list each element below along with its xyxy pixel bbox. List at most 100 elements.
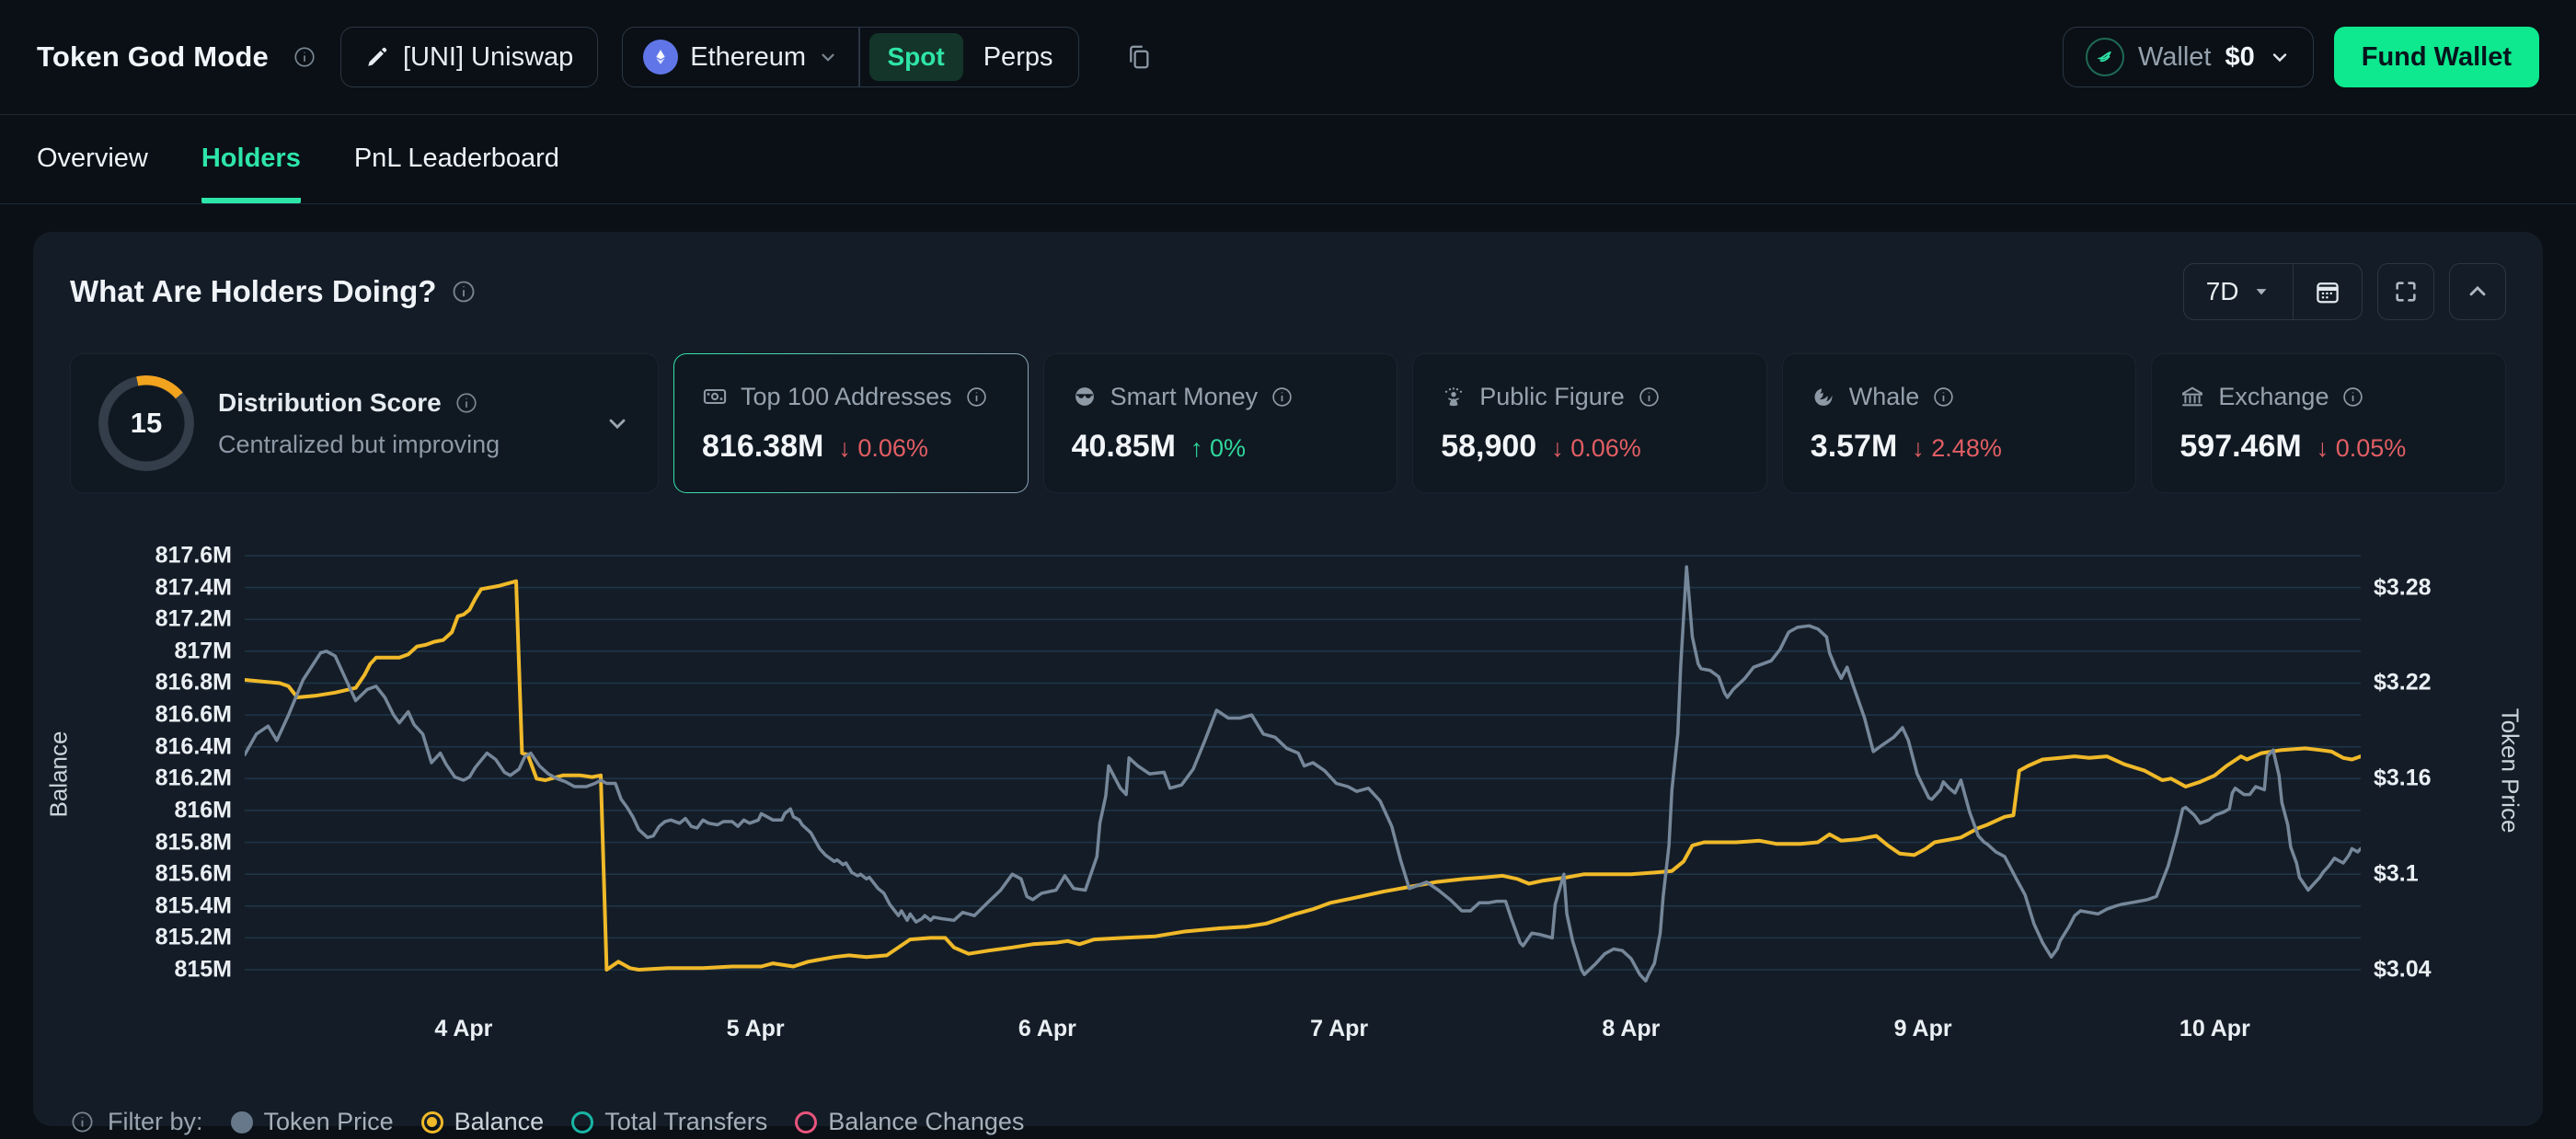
tab-overview[interactable]: Overview: [37, 115, 148, 203]
distribution-gauge: 15: [98, 375, 194, 471]
balance-tick-label: 816.4M: [155, 733, 232, 760]
network-market-group: Ethereum Spot Perps: [622, 27, 1079, 87]
tile-delta: ↓ 0.05%: [2317, 434, 2407, 463]
collapse-button[interactable]: [2449, 263, 2506, 320]
price-tick-label: $3.28: [2374, 574, 2432, 601]
wallet-dropdown[interactable]: Wallet $0: [2063, 27, 2314, 87]
balance-tick-label: 817.2M: [155, 606, 232, 633]
balance-tick-label: 817M: [174, 638, 232, 664]
balance-tick-label: 815.2M: [155, 925, 232, 951]
info-icon[interactable]: [2341, 385, 2364, 408]
balance-tick-label: 816.2M: [155, 765, 232, 792]
date-tick-label: 8 Apr: [1602, 1016, 1660, 1042]
date-tick-label: 5 Apr: [727, 1016, 785, 1042]
price-tick-label: $3.16: [2374, 765, 2432, 792]
tile-delta: ↓ 0.06%: [1551, 434, 1641, 463]
tile-label: Public Figure: [1479, 383, 1625, 411]
date-axis: 4 Apr5 Apr6 Apr7 Apr8 Apr9 Apr10 Apr: [245, 997, 2361, 1049]
app-title: Token God Mode: [37, 40, 269, 74]
tile-delta: ↓ 2.48%: [1912, 434, 2002, 463]
perps-tab[interactable]: Perps: [967, 42, 1070, 73]
chevron-down-icon: [818, 47, 838, 67]
chevron-down-icon: [2269, 46, 2291, 68]
ethereum-icon: [643, 40, 678, 75]
page-tabs: Overview Holders PnL Leaderboard: [0, 115, 2576, 204]
banknote-icon: [702, 384, 728, 409]
tile-value: 40.85M: [1072, 429, 1176, 465]
tile-value: 3.57M: [1811, 429, 1898, 465]
smart-money-tile[interactable]: Smart Money 40.85M ↑ 0%: [1043, 353, 1398, 493]
info-icon[interactable]: [293, 45, 316, 69]
calendar-icon[interactable]: [2294, 264, 2362, 319]
distribution-score-tile[interactable]: 15 Distribution Score Centralized but im…: [70, 353, 659, 493]
info-icon[interactable]: [451, 279, 477, 305]
tab-pnl-leaderboard[interactable]: PnL Leaderboard: [354, 115, 559, 203]
info-icon[interactable]: [70, 1110, 95, 1134]
filter-balance-changes[interactable]: Balance Changes: [795, 1108, 1024, 1136]
date-tick-label: 10 Apr: [2179, 1016, 2250, 1042]
info-icon[interactable]: [1932, 385, 1955, 408]
token-name: [UNI] Uniswap: [403, 42, 573, 73]
filter-label: Balance Changes: [828, 1108, 1024, 1136]
filter-total-transfers[interactable]: Total Transfers: [571, 1108, 767, 1136]
public-figure-tile[interactable]: Public Figure 58,900 ↓ 0.06%: [1412, 353, 1767, 493]
top-header: Token God Mode [UNI] Uniswap Ethereum: [0, 0, 2576, 115]
tile-value: 816.38M: [702, 429, 823, 465]
filter-label: Balance: [454, 1108, 545, 1136]
market-toggle: Spot Perps: [860, 33, 1079, 81]
balance-tick-label: 816.8M: [155, 670, 232, 696]
balance-tick-label: 815.4M: [155, 892, 232, 919]
tile-label: Whale: [1849, 383, 1920, 411]
token-price-swatch: [231, 1111, 253, 1133]
chevron-down-icon[interactable]: [604, 410, 630, 436]
copy-icon[interactable]: [1125, 43, 1153, 71]
chart-plot-area[interactable]: [245, 537, 2361, 997]
date-tick-label: 6 Apr: [1018, 1016, 1076, 1042]
filter-balance[interactable]: Balance: [421, 1108, 545, 1136]
fullscreen-button[interactable]: [2377, 263, 2434, 320]
fund-wallet-button[interactable]: Fund Wallet: [2334, 27, 2539, 87]
price-tick-label: $3.04: [2374, 957, 2432, 984]
spot-tab[interactable]: Spot: [869, 33, 963, 81]
whale-icon: [1811, 384, 1836, 409]
price-tick-label: $3.22: [2374, 670, 2432, 696]
tile-value: 597.46M: [2179, 429, 2301, 465]
balance-axis-title: Balance: [45, 683, 74, 867]
balance-tick-label: 817.4M: [155, 574, 232, 601]
network-selector[interactable]: Ethereum: [623, 40, 858, 75]
range-dropdown[interactable]: 7D: [2184, 277, 2293, 306]
wallet-value: $0: [2225, 42, 2254, 73]
balance-axis-ticks: 817.6M817.4M817.2M817M816.8M816.6M816.4M…: [70, 537, 232, 997]
panel-title: What Are Holders Doing?: [70, 274, 436, 309]
price-tick-label: $3.1: [2374, 861, 2419, 888]
info-icon[interactable]: [1638, 385, 1661, 408]
pencil-icon: [365, 45, 389, 69]
date-tick-label: 7 Apr: [1310, 1016, 1368, 1042]
balance-changes-swatch: [795, 1111, 817, 1133]
smart-money-icon: [1072, 384, 1098, 409]
token-selector[interactable]: [UNI] Uniswap: [340, 27, 598, 87]
wallet-icon: [2086, 38, 2124, 76]
wallet-label: Wallet: [2138, 42, 2212, 73]
network-name: Ethereum: [690, 42, 806, 73]
tab-holders[interactable]: Holders: [201, 115, 301, 203]
price-axis-title: Token Price: [2496, 651, 2524, 891]
tile-label: Exchange: [2218, 383, 2329, 411]
total-transfers-swatch: [571, 1111, 593, 1133]
range-value: 7D: [2206, 277, 2239, 306]
chart-filter-legend: Filter by: Token Price Balance Total Tra…: [70, 1108, 2506, 1136]
info-icon[interactable]: [965, 385, 988, 408]
whale-tile[interactable]: Whale 3.57M ↓ 2.48%: [1782, 353, 2137, 493]
info-icon[interactable]: [1271, 385, 1294, 408]
tile-delta: ↑ 0%: [1190, 434, 1246, 463]
tile-delta: ↓ 0.06%: [838, 434, 928, 463]
exchange-tile[interactable]: Exchange 597.46M ↓ 0.05%: [2151, 353, 2506, 493]
tile-label: Top 100 Addresses: [741, 383, 952, 411]
holders-chart: Balance 817.6M817.4M817.2M817M816.8M816.…: [70, 537, 2506, 1049]
public-figure-icon: [1441, 384, 1466, 409]
top-100-addresses-tile[interactable]: Top 100 Addresses 816.38M ↓ 0.06%: [673, 353, 1029, 493]
distribution-score-title: Distribution Score: [218, 388, 442, 418]
filter-token-price[interactable]: Token Price: [231, 1108, 394, 1136]
info-icon[interactable]: [454, 391, 478, 415]
bank-icon: [2179, 384, 2205, 409]
